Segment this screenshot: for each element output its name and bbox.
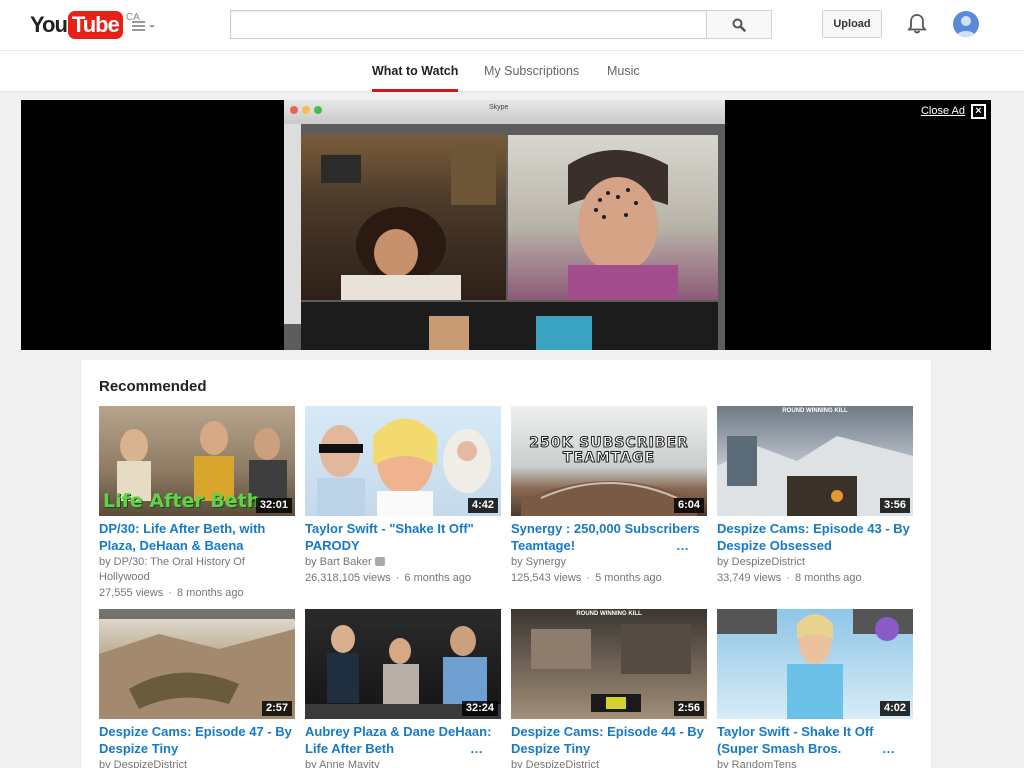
search-form [230,10,772,39]
hamburger-icon [132,21,145,31]
upload-age: 6 months ago [404,572,472,584]
video-channel[interactable]: by DespizeDistrict [99,758,295,768]
video-thumbnail[interactable]: ROUND WINNING KILL 2:56 [511,609,707,719]
upload-age: 5 months ago [595,572,662,584]
masthead: You Tube CA Upload [0,0,1024,51]
video-channel[interactable]: by DespizeDistrict [511,758,707,768]
video-thumbnail[interactable]: 32:24 [305,609,501,719]
video-channel[interactable]: by Synergy [511,555,707,570]
video-duration: 2:57 [261,701,292,716]
ad-window-title: Skype [489,104,509,111]
video-title[interactable]: Synergy : 250,000 Subscribers Teamtage!… [511,520,707,554]
video-duration: 3:56 [879,498,910,513]
view-count: 27,555 views [99,587,164,599]
video-title[interactable]: Taylor Swift - "Shake It Off" PARODY [305,520,501,554]
ad-video-still: Skype [284,100,725,350]
tab-my-subscriptions[interactable]: My Subscriptions [484,64,579,92]
view-count: 125,543 views [511,572,582,584]
video-card[interactable]: 2:57 Despize Cams: Episode 47 - By Despi… [99,609,295,768]
video-duration: 32:24 [461,701,498,716]
video-card[interactable]: 4:42 Taylor Swift - "Shake It Off" PAROD… [305,406,501,586]
caret-down-icon [149,24,155,28]
video-duration: 2:56 [673,701,704,716]
video-title[interactable]: DP/30: Life After Beth, with Plaza, DeHa… [99,520,295,554]
video-channel[interactable]: by Bart Baker [305,555,501,570]
youtube-logo[interactable]: You Tube CA [30,10,140,40]
video-duration: 4:02 [879,701,910,716]
upload-age: 8 months ago [177,587,244,599]
video-thumbnail[interactable]: 4:02 [717,609,913,719]
video-thumbnail[interactable]: 4:42 [305,406,501,516]
webcam-feed-right [508,135,718,300]
video-card[interactable]: 4:02 Taylor Swift - Shake It Off (Super … [717,609,913,768]
search-icon [732,18,746,32]
thumbnail-overlay-text: ROUND WINNING KILL [782,408,848,414]
video-duration: 4:42 [467,498,498,513]
guide-menu-button[interactable] [132,18,158,34]
video-thumbnail[interactable]: 2:57 [99,609,295,719]
upload-age: 8 months ago [795,572,862,584]
video-channel[interactable]: by Anne Mavity [305,758,501,768]
thumbnail-overlay-text: ROUND WINNING KILL [576,611,642,617]
ad-banner[interactable]: Skype Close Ad × [21,100,991,350]
video-stats: 125,543 views · 5 months ago [511,572,662,584]
notifications-bell-icon[interactable] [906,13,928,35]
video-card[interactable]: 32:24 Aubrey Plaza & Dane DeHaan: Life A… [305,609,501,768]
video-thumbnail[interactable]: Life After Beth 32:01 [99,406,295,516]
video-title[interactable]: Aubrey Plaza & Dane DeHaan: Life After B… [305,723,501,757]
close-icon[interactable]: × [971,104,986,119]
video-duration: 6:04 [673,498,704,513]
video-card[interactable]: ROUND WINNING KILL 3:56 Despize Cams: Ep… [717,406,913,586]
tab-what-to-watch[interactable]: What to Watch [372,64,459,92]
verified-check-icon [374,557,385,566]
video-title[interactable]: Despize Cams: Episode 43 - By Despize Ob… [717,520,913,554]
thumbnail-overlay-text: 250K SUBSCRIBER TEAMTAGE [529,435,689,466]
video-title[interactable]: Taylor Swift - Shake It Off (Super Smash… [717,723,913,757]
view-count: 26,318,105 views [305,572,391,584]
video-thumbnail[interactable]: ROUND WINNING KILL 3:56 [717,406,913,516]
video-card[interactable]: Life After Beth 32:01 DP/30: Life After … [99,406,295,601]
search-button[interactable] [706,10,772,39]
video-duration: 32:01 [255,498,292,513]
upload-button[interactable]: Upload [822,10,882,38]
video-stats: 33,749 views · 8 months ago [717,572,862,584]
search-input[interactable] [230,10,706,39]
shelf-title: Recommended [99,378,207,395]
video-channel[interactable]: by DespizeDistrict [717,555,913,570]
user-icon [956,16,976,37]
video-title[interactable]: Despize Cams: Episode 47 - By Despize Ti… [99,723,295,757]
video-channel[interactable]: by RandomTens [717,758,913,768]
video-title[interactable]: Despize Cams: Episode 44 - By Despize Ti… [511,723,707,757]
feed-tabs: What to Watch My Subscriptions Music [0,51,1024,92]
logo-tube-text: Tube [67,11,123,39]
video-channel[interactable]: by DP/30: The Oral History Of Hollywood [99,555,295,585]
logo-you-text: You [30,12,68,37]
recommended-shelf: Recommended Life After Beth 32:01 DP/30:… [81,360,931,768]
view-count: 33,749 views [717,572,782,584]
video-card[interactable]: ROUND WINNING KILL 2:56 Despize Cams: Ep… [511,609,707,768]
video-stats: 26,318,105 views · 6 months ago [305,572,472,584]
video-thumbnail[interactable]: 250K SUBSCRIBER TEAMTAGE 6:04 [511,406,707,516]
account-avatar[interactable] [953,11,979,37]
video-stats: 27,555 views · 8 months ago [99,587,244,599]
webcam-feed-left [301,135,506,300]
close-ad-link[interactable]: Close Ad [921,105,965,117]
tab-music[interactable]: Music [607,64,640,92]
video-card[interactable]: 250K SUBSCRIBER TEAMTAGE 6:04 Synergy : … [511,406,707,586]
